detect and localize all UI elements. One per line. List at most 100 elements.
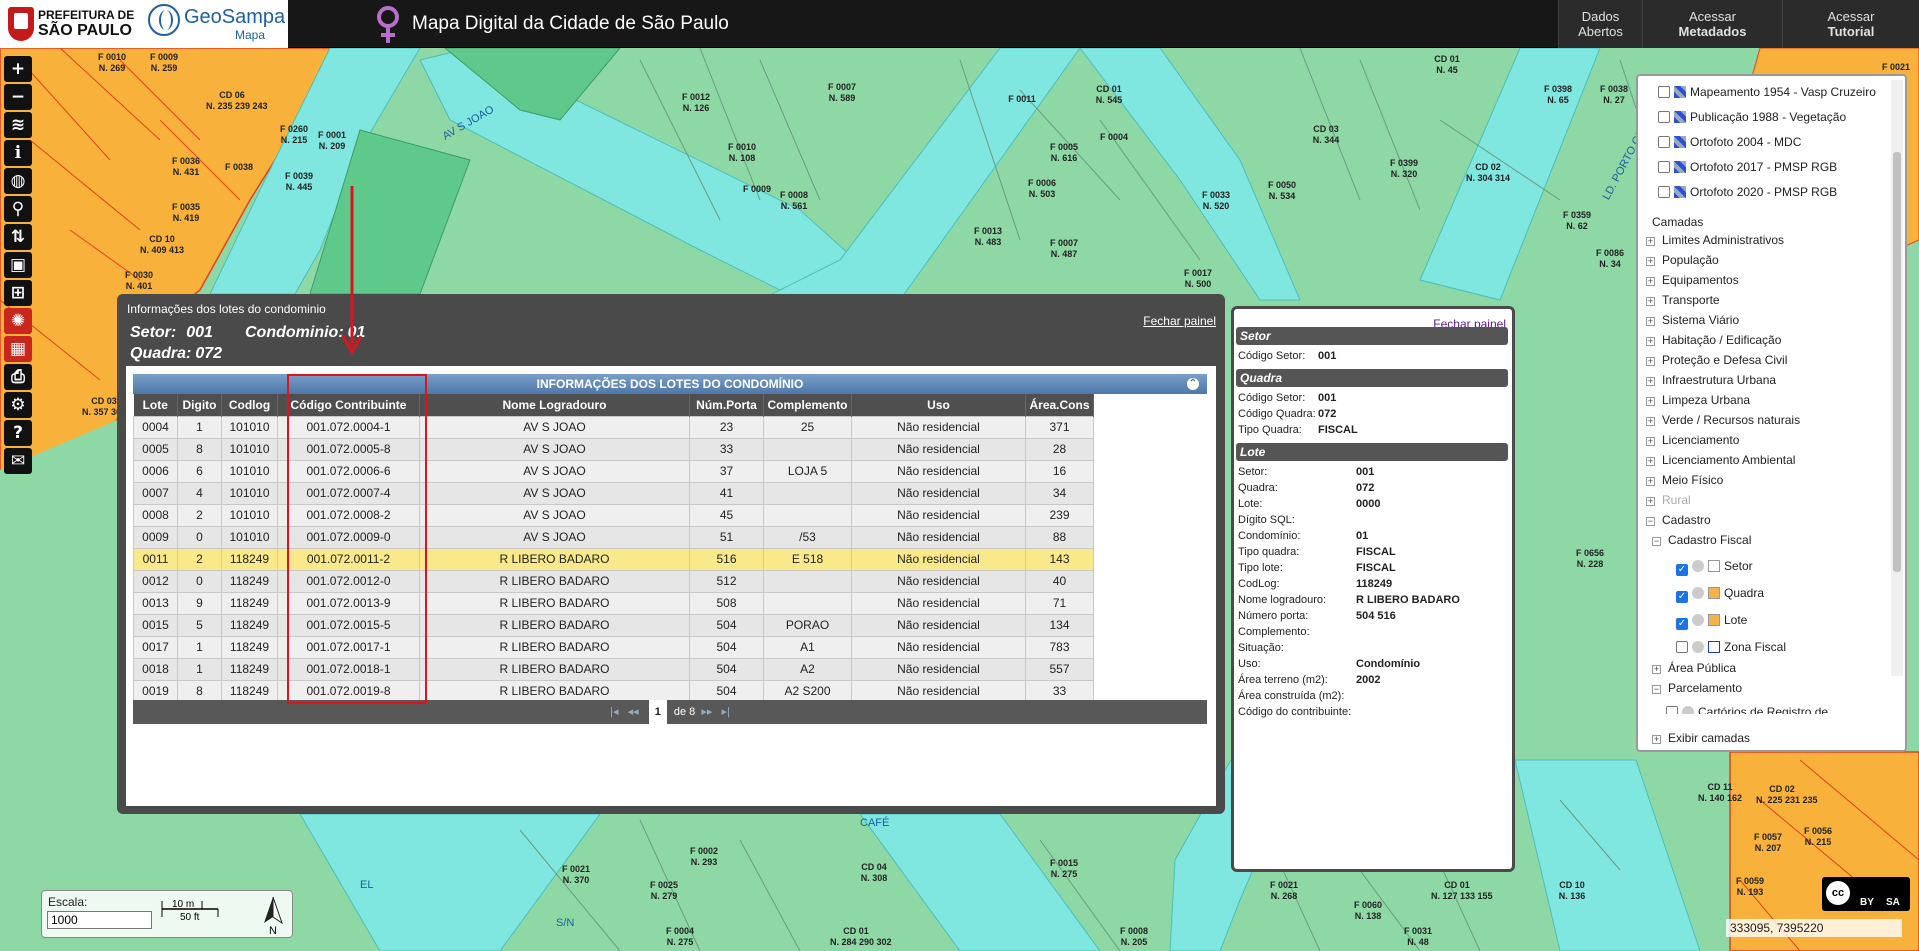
layer-group-parcelamento[interactable]: − Parcelamento <box>1652 680 1742 696</box>
info-icon[interactable]: i <box>4 140 32 166</box>
logo-area[interactable]: PREFEITURA DE SÃO PAULO GeoSampa Mapa <box>0 0 288 48</box>
layer-group-cadastro-fiscal[interactable]: − Cadastro Fiscal <box>1652 532 1751 548</box>
dados-abertos-button[interactable]: Dados Abertos <box>1558 0 1642 48</box>
expand-icon[interactable]: + <box>1646 257 1655 266</box>
help-icon[interactable]: ? <box>4 420 32 446</box>
layer-checkbox[interactable]: ✓ <box>1676 564 1688 576</box>
globe-icon[interactable]: ◍ <box>4 168 32 194</box>
next-page-button[interactable]: ▸▸ <box>701 706 712 718</box>
column-header[interactable]: Área.Cons <box>1025 394 1094 416</box>
expand-icon[interactable]: + <box>1646 317 1655 326</box>
table-row[interactable]: 0018 1 118249 001.072.0018-1 R LIBERO BADARO… <box>133 657 1094 681</box>
column-header[interactable]: Uso <box>851 394 1026 416</box>
print-icon[interactable]: ⎙ <box>4 364 32 390</box>
basemap-item[interactable]: Ortofoto 2004 - MDC <box>1658 134 1801 150</box>
layers-scrollbar[interactable] <box>1891 80 1903 676</box>
basemap-checkbox[interactable] <box>1658 186 1670 198</box>
expand-icon[interactable]: + <box>1646 377 1655 386</box>
save-icon[interactable]: ▣ <box>4 252 32 278</box>
search-icon[interactable]: ⚲ <box>4 196 32 222</box>
layer-checkbox[interactable]: ✓ <box>1676 618 1688 630</box>
expand-icon[interactable]: + <box>1652 665 1661 674</box>
expand-icon[interactable]: + <box>1646 237 1655 246</box>
fiscal-layer-item[interactable]: ✓ Quadra <box>1676 585 1764 603</box>
column-header[interactable]: Complemento <box>763 394 852 416</box>
scale-input[interactable] <box>47 911 152 929</box>
layer-group[interactable]: + Infraestrutura Urbana <box>1646 372 1776 388</box>
expand-icon[interactable]: + <box>1646 337 1655 346</box>
layers-icon[interactable]: ≋ <box>4 112 32 138</box>
table-row[interactable]: 0007 4 101010 001.072.0007-4 AV S JOAO 41 Não … <box>133 481 1094 505</box>
table-row[interactable]: 0017 1 118249 001.072.0017-1 R LIBERO BADARO… <box>133 635 1094 659</box>
expand-icon[interactable]: + <box>1646 457 1655 466</box>
column-header[interactable]: Digito <box>177 394 222 416</box>
fiscal-layer-item[interactable]: ✓ Lote <box>1676 612 1747 630</box>
layer-group[interactable]: + Licenciamento Ambiental <box>1646 452 1795 468</box>
table-row[interactable]: 0019 8 118249 001.072.0019-8 R LIBERO BADARO… <box>133 679 1094 703</box>
expand-icon[interactable]: + <box>1652 735 1661 744</box>
exibir-camadas-button[interactable]: + Exibir camadas <box>1652 730 1750 746</box>
layer-group[interactable]: + Habitação / Edificação <box>1646 332 1781 348</box>
basemap-checkbox[interactable] <box>1658 111 1670 123</box>
expand-icon[interactable]: + <box>1646 477 1655 486</box>
fiscal-layer-item[interactable]: Zona Fiscal <box>1676 639 1786 655</box>
current-page[interactable]: 1 <box>648 700 667 724</box>
settings-icon[interactable]: ⚙ <box>4 392 32 418</box>
collapse-icon[interactable]: − <box>1652 685 1661 694</box>
basemap-checkbox[interactable] <box>1658 86 1670 98</box>
layer-checkbox[interactable] <box>1676 641 1688 653</box>
zoom-in-button[interactable]: + <box>4 56 32 82</box>
basemap-item[interactable]: Mapeamento 1954 - Vasp Cruzeiro <box>1658 84 1876 100</box>
prev-page-button[interactable]: ◂◂ <box>628 706 639 718</box>
column-header[interactable]: Núm.Porta <box>689 394 764 416</box>
layer-group[interactable]: + Rural <box>1646 492 1691 508</box>
expand-icon[interactable]: + <box>1646 357 1655 366</box>
license-badge[interactable]: cc BY SA <box>1822 877 1910 911</box>
layer-checkbox[interactable] <box>1666 706 1678 714</box>
measure-icon[interactable]: ⊞ <box>4 280 32 306</box>
acessar-tutorial-button[interactable]: Acessar Tutorial <box>1782 0 1919 48</box>
layer-group[interactable]: + Proteção e Defesa Civil <box>1646 352 1787 368</box>
table-row[interactable]: 0008 2 101010 001.072.0008-2 AV S JOAO 45 Não … <box>133 503 1094 527</box>
table-row[interactable]: 0009 0 101010 001.072.0009-0 AV S JOAO 51/53 N… <box>133 525 1094 549</box>
column-header[interactable]: Lote <box>133 394 178 416</box>
route-icon[interactable]: ⇅ <box>4 224 32 250</box>
layer-group-cadastro[interactable]: − Cadastro <box>1646 512 1711 528</box>
panel-close-link[interactable]: Fechar painel <box>1143 314 1216 328</box>
layer-group[interactable]: + Sistema Viário <box>1646 312 1739 328</box>
table-row[interactable]: 0005 8 101010 001.072.0005-8 AV S JOAO 33 Não … <box>133 437 1094 461</box>
expand-icon[interactable]: + <box>1646 497 1655 506</box>
layer-group[interactable]: + Limites Administrativos <box>1646 232 1784 248</box>
layer-checkbox[interactable]: ✓ <box>1676 591 1688 603</box>
acessar-metadados-button[interactable]: Acessar Metadados <box>1642 0 1782 48</box>
column-header[interactable]: Codlog <box>221 394 278 416</box>
expand-icon[interactable]: + <box>1646 297 1655 306</box>
table-row[interactable]: 0012 0 118249 001.072.0012-0 R LIBERO BADARO… <box>133 569 1094 593</box>
first-page-button[interactable]: |◂ <box>610 706 618 718</box>
layer-group[interactable]: + Equipamentos <box>1646 272 1739 288</box>
collapse-icon[interactable]: ⌃ <box>1187 378 1199 390</box>
layer-group[interactable]: + Transporte <box>1646 292 1720 308</box>
basemap-item[interactable]: Ortofoto 2017 - PMSP RGB <box>1658 159 1837 175</box>
layer-group[interactable]: + População <box>1646 252 1719 268</box>
table-row[interactable]: 0004 1 101010 001.072.0004-1 AV S JOAO 23 25 Nã… <box>133 415 1094 439</box>
expand-icon[interactable]: + <box>1646 397 1655 406</box>
film-icon[interactable]: ✺ <box>4 308 32 334</box>
layer-group[interactable]: + Licenciamento <box>1646 432 1739 448</box>
mail-icon[interactable]: ✉ <box>4 448 32 474</box>
fiscal-layer-item[interactable]: ✓ Setor <box>1676 558 1753 576</box>
basemap-item[interactable]: Publicação 1988 - Vegetação <box>1658 109 1846 125</box>
layer-group[interactable]: + Meio Físico <box>1646 472 1723 488</box>
expand-icon[interactable]: + <box>1646 277 1655 286</box>
collapse-icon[interactable]: − <box>1646 517 1655 526</box>
layer-group[interactable]: + Limpeza Urbana <box>1646 392 1750 408</box>
table-row[interactable]: 0011 2 118249 001.072.0011-2 R LIBERO BADARO… <box>133 547 1094 571</box>
table-row[interactable]: 0006 6 101010 001.072.0006-6 AV S JOAO 37 LOJA… <box>133 459 1094 483</box>
collapse-icon[interactable]: − <box>1652 537 1661 546</box>
expand-icon[interactable]: + <box>1646 417 1655 426</box>
basemap-checkbox[interactable] <box>1658 136 1670 148</box>
column-header[interactable]: Nome Logradouro <box>419 394 690 416</box>
map-grid-icon[interactable]: ▦ <box>4 336 32 362</box>
expand-icon[interactable]: + <box>1646 437 1655 446</box>
basemap-checkbox[interactable] <box>1658 161 1670 173</box>
